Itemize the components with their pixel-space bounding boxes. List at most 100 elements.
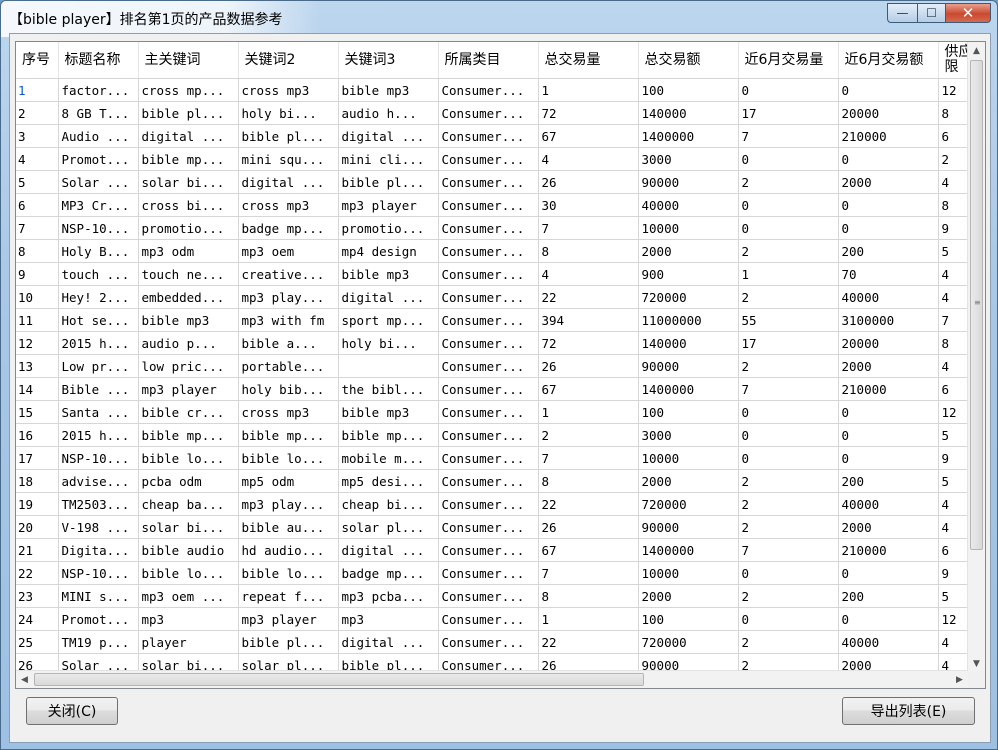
table-cell[interactable]: 9 [16, 262, 59, 286]
table-cell[interactable]: 8 [538, 584, 639, 608]
table-cell[interactable]: Consumer... [438, 492, 539, 516]
table-cell[interactable]: Consumer... [438, 515, 539, 539]
horizontal-scrollbar[interactable]: ◀ ▶ [16, 670, 968, 688]
table-cell[interactable]: 2 [538, 423, 639, 447]
table-cell[interactable]: 22 [16, 561, 59, 585]
table-cell[interactable]: Consumer... [438, 124, 539, 148]
table-cell[interactable]: 7 [16, 216, 59, 240]
table-cell[interactable]: bible pl... [238, 124, 339, 148]
table-cell[interactable]: 20000 [838, 331, 939, 355]
table-cell[interactable]: 8 GB T... [58, 101, 139, 125]
column-header[interactable]: 所属类目 [438, 42, 539, 79]
table-cell[interactable]: 3000 [638, 423, 739, 447]
table-cell[interactable]: 11 [16, 308, 59, 332]
table-cell[interactable]: 24 [16, 607, 59, 631]
table-cell[interactable]: 10000 [638, 216, 739, 240]
table-cell[interactable]: 5 [16, 170, 59, 194]
table-cell[interactable]: 0 [838, 400, 939, 424]
table-cell[interactable]: mp3 odm [138, 239, 239, 263]
table-cell[interactable]: 1400000 [638, 377, 739, 401]
table-cell[interactable]: 2000 [838, 354, 939, 378]
table-cell[interactable]: NSP-10... [58, 216, 139, 240]
table-row[interactable]: 10 Hey! 2... embedded... mp3 play... digital… [16, 285, 975, 309]
table-cell[interactable]: 0 [738, 78, 839, 102]
table-cell[interactable]: 200 [838, 239, 939, 263]
table-cell[interactable]: 0 [738, 446, 839, 470]
table-cell[interactable]: mp3 [338, 607, 439, 631]
table-cell[interactable]: 0 [738, 561, 839, 585]
table-cell[interactable]: portable... [238, 354, 339, 378]
table-cell[interactable]: solar bi... [138, 515, 239, 539]
product-data-grid[interactable]: 序号 标题名称 主关键词 关键词2 关键词3 所属类目 总交易量 总交易额 近6月交易量 近6月交… [15, 41, 986, 689]
table-cell[interactable]: mp3 player [238, 607, 339, 631]
table-row[interactable]: 19 TM2503... cheap ba... mp3 play... cheap b… [16, 492, 975, 516]
table-cell[interactable]: 4 [16, 147, 59, 171]
table-cell[interactable]: 72 [538, 331, 639, 355]
table-cell[interactable]: MINI s... [58, 584, 139, 608]
table-cell[interactable]: mp3 play... [238, 492, 339, 516]
table-cell[interactable]: 2 [738, 515, 839, 539]
table-row[interactable]: 21 Digita... bible audio hd audio... digital… [16, 538, 975, 562]
table-cell[interactable]: 140000 [638, 331, 739, 355]
table-cell[interactable]: Consumer... [438, 446, 539, 470]
table-row[interactable]: 25 TM19 p... player bible pl... digital ... C… [16, 630, 975, 654]
minimize-button[interactable]: — [887, 3, 917, 23]
table-cell[interactable]: 0 [738, 147, 839, 171]
table-cell[interactable]: 2000 [638, 239, 739, 263]
table-cell[interactable]: 10000 [638, 561, 739, 585]
table-cell[interactable]: 0 [838, 193, 939, 217]
table-cell[interactable]: bible au... [238, 515, 339, 539]
table-row[interactable]: 22 NSP-10... bible lo... bible lo... badge m… [16, 561, 975, 585]
table-cell[interactable]: digital ... [338, 285, 439, 309]
table-cell[interactable]: Bible ... [58, 377, 139, 401]
table-cell[interactable]: bible mp3 [138, 308, 239, 332]
table-cell[interactable]: badge mp... [338, 561, 439, 585]
table-cell[interactable]: 2015 h... [58, 423, 139, 447]
table-cell[interactable]: 20000 [838, 101, 939, 125]
table-cell[interactable]: Consumer... [438, 216, 539, 240]
table-cell[interactable]: cheap bi... [338, 492, 439, 516]
column-header[interactable]: 近6月交易额 [838, 42, 939, 79]
table-cell[interactable]: 0 [838, 147, 939, 171]
table-cell[interactable]: 2 [738, 630, 839, 654]
table-row[interactable]: 8 Holy B... mp3 odm mp3 oem mp4 design Consum… [16, 239, 975, 263]
table-cell[interactable]: mp4 design [338, 239, 439, 263]
table-cell[interactable]: 30 [538, 193, 639, 217]
table-cell[interactable]: Consumer... [438, 400, 539, 424]
table-row[interactable]: 23 MINI s... mp3 oem ... repeat f... mp3 pcb… [16, 584, 975, 608]
table-cell[interactable]: 100 [638, 78, 739, 102]
table-row[interactable]: 13 Low pr... low pric... portable... Consume… [16, 354, 975, 378]
table-cell[interactable]: 70 [838, 262, 939, 286]
table-cell[interactable]: badge mp... [238, 216, 339, 240]
table-cell[interactable]: 1400000 [638, 124, 739, 148]
table-cell[interactable]: 720000 [638, 630, 739, 654]
table-cell[interactable]: NSP-10... [58, 446, 139, 470]
table-cell[interactable]: bible mp3 [338, 262, 439, 286]
table-cell[interactable]: cross mp... [138, 78, 239, 102]
table-cell[interactable]: TM19 p... [58, 630, 139, 654]
table-cell[interactable]: Consumer... [438, 561, 539, 585]
table-row[interactable]: 6 MP3 Cr... cross bi... cross mp3 mp3 player… [16, 193, 975, 217]
table-cell[interactable]: 7 [538, 561, 639, 585]
table-cell[interactable]: 11000000 [638, 308, 739, 332]
table-cell[interactable]: 2000 [838, 515, 939, 539]
table-cell[interactable]: 900 [638, 262, 739, 286]
table-cell[interactable]: 10000 [638, 446, 739, 470]
table-cell[interactable]: 18 [16, 469, 59, 493]
table-cell[interactable]: factor... [58, 78, 139, 102]
table-cell[interactable]: promotio... [138, 216, 239, 240]
table-cell[interactable]: Consumer... [438, 78, 539, 102]
table-cell[interactable]: Consumer... [438, 584, 539, 608]
table-cell[interactable]: Santa ... [58, 400, 139, 424]
table-cell[interactable]: Holy B... [58, 239, 139, 263]
table-cell[interactable]: mp3 pcba... [338, 584, 439, 608]
table-cell[interactable]: 2 [738, 354, 839, 378]
table-cell[interactable]: 394 [538, 308, 639, 332]
table-cell[interactable]: 90000 [638, 515, 739, 539]
table-cell[interactable]: bible lo... [238, 446, 339, 470]
table-cell[interactable]: Consumer... [438, 607, 539, 631]
table-cell[interactable]: mp3 with fm [238, 308, 339, 332]
table-cell[interactable]: 210000 [838, 124, 939, 148]
table-cell[interactable]: bible pl... [338, 170, 439, 194]
table-cell[interactable]: holy bi... [238, 101, 339, 125]
